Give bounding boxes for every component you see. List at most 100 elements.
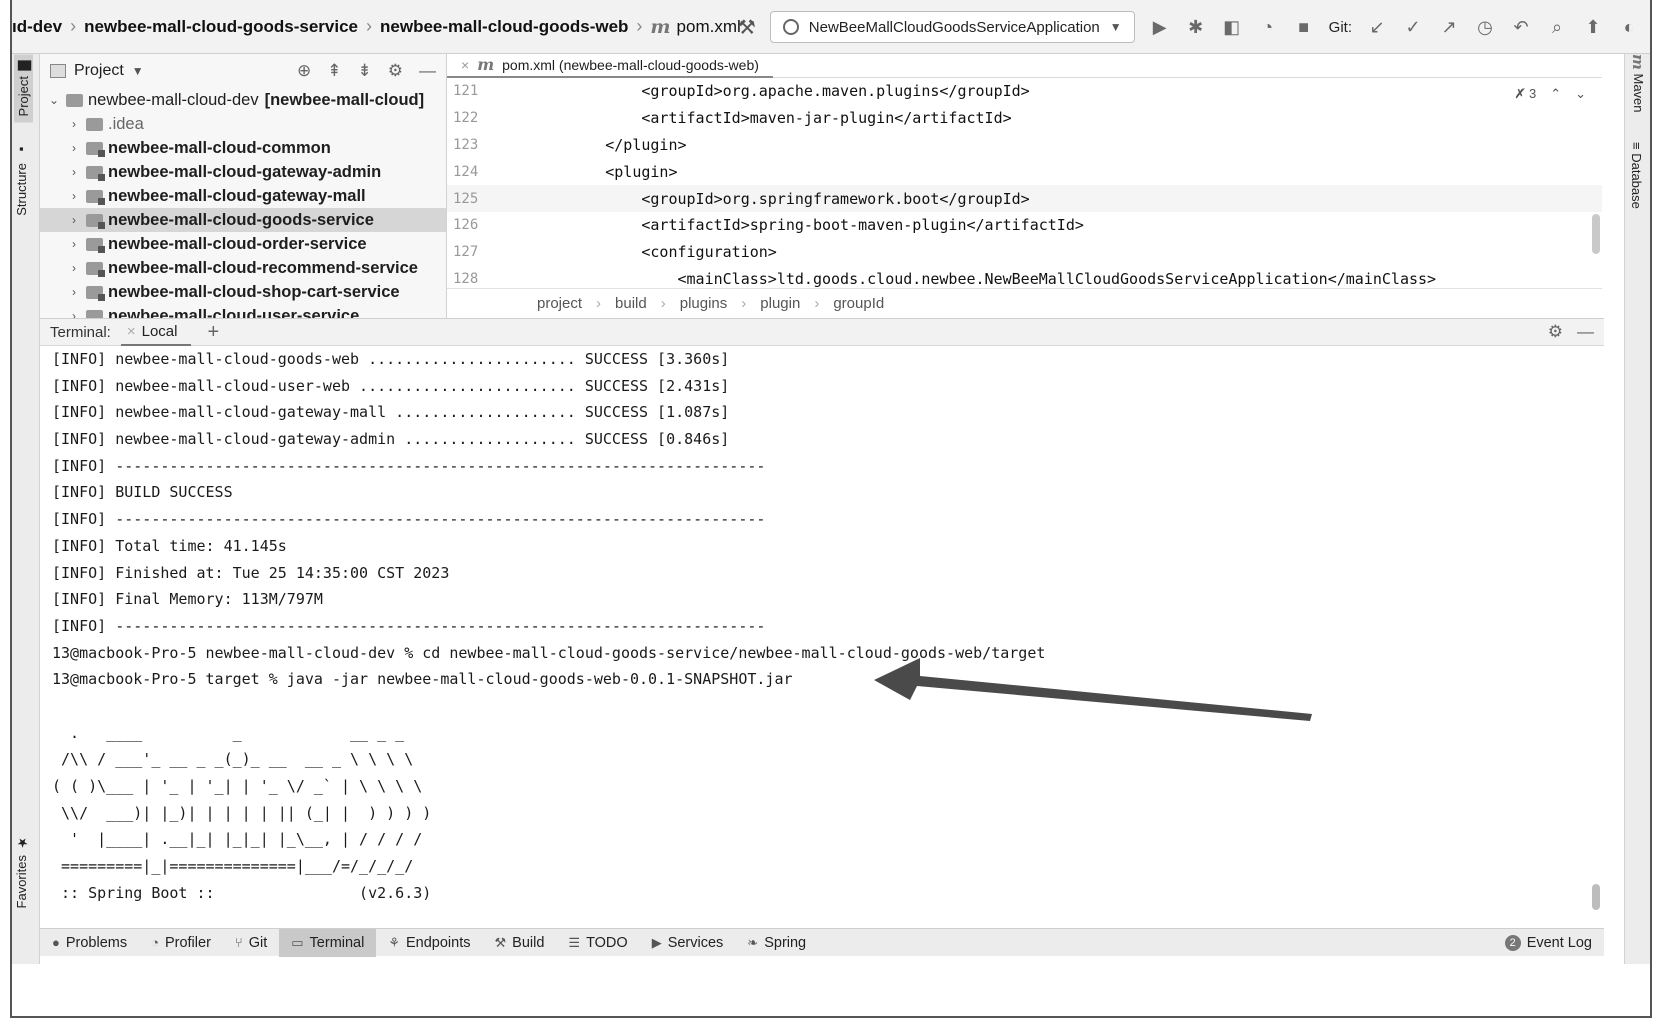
tool-tab-project[interactable]: Project ▇ [14, 54, 33, 123]
tool-tab-structure-label: Structure [14, 163, 29, 216]
inspection-count-label: 3 [1528, 86, 1537, 101]
tool-window-button-todo[interactable]: ☰ TODO [556, 929, 639, 957]
project-title[interactable]: Project [74, 62, 124, 80]
tree-item[interactable]: › newbee-mall-cloud-order-service [40, 232, 446, 256]
tree-item[interactable]: › .idea [40, 112, 446, 136]
gear-icon[interactable]: ⚙ [1548, 322, 1563, 342]
editor-breadcrumb-item[interactable]: project [537, 295, 582, 312]
editor-breadcrumb-item[interactable]: plugin [760, 295, 800, 312]
hide-icon[interactable]: — [419, 61, 436, 81]
hide-icon[interactable]: — [1577, 322, 1594, 342]
editor-tab-pom[interactable]: × m pom.xml (newbee-mall-cloud-goods-web… [447, 54, 773, 78]
crumb-submodule[interactable]: newbee-mall-cloud-goods-web [380, 17, 628, 37]
locate-icon[interactable]: ⊕ [297, 61, 311, 81]
warning-icon: ✗̸ [1514, 86, 1526, 101]
code-area[interactable]: 121 <groupId>org.apache.maven.plugins</g… [447, 78, 1602, 292]
crumb-project[interactable]: ıd-dev [12, 17, 62, 37]
terminal-line: 13@macbook-Pro-5 target % java -jar newb… [52, 670, 793, 689]
editor-scrollbar[interactable] [1592, 214, 1600, 254]
chevron-right-icon[interactable]: › [64, 189, 84, 203]
tool-window-button-endpoints[interactable]: ⚘ Endpoints [376, 929, 482, 957]
search-icon[interactable]: ⌕ [1546, 17, 1568, 38]
tool-window-button-spring[interactable]: ❧ Spring [735, 929, 818, 957]
terminal-line: \\/ ___)| |_)| | | | | || (_| | ) ) ) ) [52, 803, 432, 822]
git-update-icon[interactable]: ↙ [1366, 17, 1388, 38]
close-icon[interactable]: × [461, 57, 469, 73]
editor-breadcrumb-item[interactable]: build [615, 295, 647, 312]
git-push-icon[interactable]: ↗ [1438, 17, 1460, 38]
tool-tab-structure[interactable]: Structure ▪ [14, 142, 29, 216]
profile-icon[interactable]: ◔ [1257, 17, 1279, 38]
tree-item[interactable]: ⌄ newbee-mall-cloud-dev [newbee-mall-cloud… [40, 88, 446, 112]
update-icon[interactable]: ⬆ [1582, 17, 1604, 38]
crumb-module[interactable]: newbee-mall-cloud-goods-service [84, 17, 358, 37]
debug-icon[interactable]: ✱ [1185, 17, 1207, 38]
tree-item[interactable]: › newbee-mall-cloud-shop-cart-service [40, 280, 446, 304]
chevron-right-icon[interactable]: › [64, 309, 84, 318]
tree-item[interactable]: › newbee-mall-cloud-recommend-service [40, 256, 446, 280]
chevron-right-icon[interactable]: › [64, 117, 84, 131]
tree-item[interactable]: › newbee-mall-cloud-gateway-mall [40, 184, 446, 208]
editor-breadcrumb-item[interactable]: plugins [680, 295, 728, 312]
terminal-header: Terminal: × Local + ⚙ — [40, 318, 1604, 346]
chevron-right-icon[interactable]: › [64, 141, 84, 155]
tree-item-label: newbee-mall-cloud-recommend-service [108, 258, 418, 277]
tool-window-button-label: Build [512, 934, 545, 951]
tool-window-button-profiler[interactable]: ◔ Profiler [139, 929, 223, 957]
code-with-me-icon[interactable]: ◐ [1618, 17, 1640, 38]
module-folder-icon [86, 213, 105, 229]
inspection-widget[interactable]: ✗̸ 3 ⌃ ⌄ [1514, 86, 1586, 102]
gear-icon[interactable]: ⚙ [388, 61, 403, 81]
crumb-file[interactable]: m pom.xml [650, 16, 740, 38]
chevron-right-icon[interactable]: › [64, 213, 84, 227]
terminal-output[interactable]: [INFO] newbee-mall-cloud-goods-web .....… [40, 346, 1604, 928]
new-terminal-plus-icon[interactable]: + [207, 321, 219, 344]
tool-window-button-terminal[interactable]: ▭ Terminal [279, 928, 377, 957]
tree-item[interactable]: › newbee-mall-cloud-user-service [40, 304, 446, 318]
git-rollback-icon[interactable]: ↶ [1510, 17, 1532, 38]
tree-item[interactable]: › newbee-mall-cloud-goods-service [40, 208, 446, 232]
chevron-right-icon[interactable]: › [64, 165, 84, 179]
git-commit-icon[interactable]: ✓ [1402, 17, 1424, 38]
git-history-icon[interactable]: ◷ [1474, 17, 1496, 38]
tool-tab-maven[interactable]: m Maven [1629, 54, 1647, 113]
tool-window-button-git[interactable]: ⑂ Git [223, 929, 279, 957]
terminal-line: ' |____| .__|_| |_|_| |_\__, | / / / / [52, 830, 423, 849]
problems-icon: ● [52, 935, 60, 950]
terminal-tab-local[interactable]: × Local [120, 318, 192, 346]
chevron-right-icon[interactable]: › [64, 261, 84, 275]
editor-breadcrumb-item[interactable]: groupId [833, 295, 884, 312]
collapse-all-icon[interactable]: ⇟ [358, 61, 372, 81]
git-icon: ⑂ [234, 935, 243, 950]
tree-item[interactable]: › newbee-mall-cloud-common [40, 136, 446, 160]
tool-tab-database-label: Database [1629, 153, 1644, 209]
stop-icon[interactable]: ■ [1293, 17, 1315, 38]
coverage-icon[interactable]: ◧ [1221, 17, 1243, 38]
editor-tabs: × m pom.xml (newbee-mall-cloud-goods-web… [447, 54, 1602, 78]
chevron-down-icon[interactable]: ⌄ [1575, 86, 1586, 102]
build-hammer-icon[interactable]: ⚒ [738, 15, 756, 40]
chevron-down-icon[interactable]: ▼ [132, 64, 144, 78]
chevron-up-icon[interactable]: ⌃ [1550, 86, 1561, 102]
tree-item-label: newbee-mall-cloud-goods-service [108, 210, 374, 229]
close-icon[interactable]: × [127, 323, 136, 340]
tool-window-button-problems[interactable]: ● Problems [40, 929, 139, 957]
run-icon[interactable]: ▶ [1149, 17, 1171, 38]
tool-window-button-services[interactable]: ▶ Services [640, 929, 736, 957]
terminal-line: ( ( )\___ | '_ | '_| | '_ \/ _` | \ \ \ … [52, 777, 423, 795]
tree-item[interactable]: › newbee-mall-cloud-gateway-admin [40, 160, 446, 184]
chevron-down-icon[interactable]: ⌄ [44, 93, 64, 107]
code-text: <plugin> [605, 162, 678, 181]
event-log-button[interactable]: 2 Event Log [1493, 929, 1604, 957]
chevron-right-icon: › [814, 295, 820, 312]
tool-window-button-build[interactable]: ⚒ Build [483, 929, 557, 957]
line-number: 123 [453, 136, 479, 153]
tool-tab-favorites[interactable]: Favorites ★ [14, 834, 29, 908]
run-configuration-select[interactable]: NewBeeMallCloudGoodsServiceApplication ▼ [769, 11, 1135, 43]
chevron-right-icon[interactable]: › [64, 237, 84, 251]
tool-tab-database[interactable]: ≡ Database [1629, 142, 1644, 209]
services-icon: ▶ [651, 934, 662, 950]
chevron-right-icon[interactable]: › [64, 285, 84, 299]
terminal-scrollbar[interactable] [1592, 884, 1600, 910]
expand-all-icon[interactable]: ⇞ [327, 61, 341, 81]
